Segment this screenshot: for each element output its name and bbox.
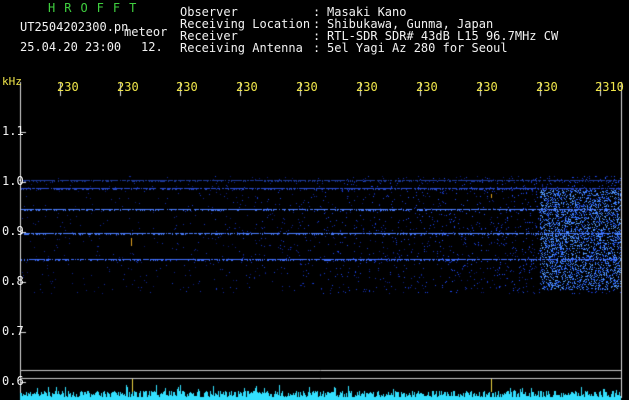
x-tick-label: 230 xyxy=(476,80,498,94)
x-tick-label: 230 xyxy=(536,80,558,94)
app-title: HROFFT xyxy=(48,1,146,15)
antenna-label: Receiving Antenna xyxy=(180,41,303,55)
meteor-count: 12. xyxy=(141,40,163,54)
x-tick-label: 230 xyxy=(176,80,198,94)
x-tick-label: 230 xyxy=(117,80,139,94)
x-tick-label: 230 xyxy=(416,80,438,94)
y-tick-label: 0.6 xyxy=(2,374,24,388)
antenna-separator: : xyxy=(313,41,321,55)
datetime-label: 25.04.20 23:00 xyxy=(20,40,122,54)
y-tick-label: 1.1 xyxy=(2,124,24,138)
antenna-value: 5el Yagi Az 280 for Seoul xyxy=(327,41,508,55)
y-tick-label: 1.0 xyxy=(2,174,24,188)
x-tick-label: 230 xyxy=(296,80,318,94)
y-axis-unit: kHz xyxy=(2,75,22,88)
x-tick-label: 230 xyxy=(236,80,258,94)
spectrogram-canvas xyxy=(0,0,629,400)
y-tick-label: 0.8 xyxy=(2,274,24,288)
y-tick-label: 0.9 xyxy=(2,224,24,238)
file-name-label: UT2504202300.pn xyxy=(20,20,129,34)
meteor-label: meteor xyxy=(124,25,168,39)
y-tick-label: 0.7 xyxy=(2,324,24,338)
x-tick-label: 230 xyxy=(356,80,378,94)
x-tick-label: 230 xyxy=(57,80,79,94)
x-tick-label: 2310 xyxy=(595,80,624,94)
